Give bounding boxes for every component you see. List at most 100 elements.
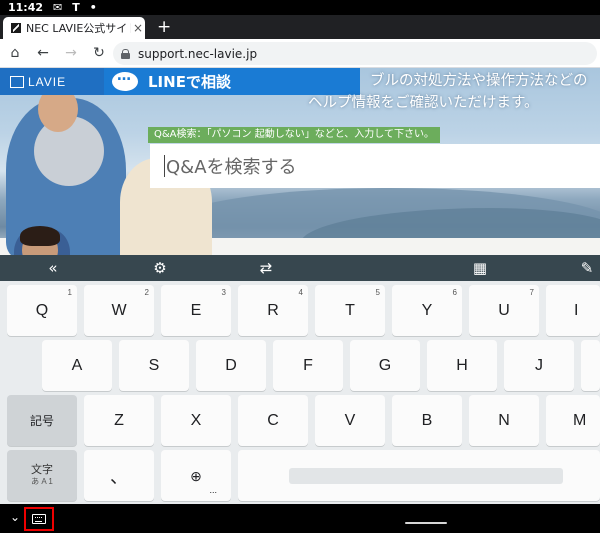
key-d[interactable]: D (196, 340, 266, 391)
lavie-logo-icon (10, 75, 24, 88)
chat-bubble-icon (112, 68, 138, 91)
keyboard-layout-icon[interactable]: ▦ (468, 258, 492, 278)
key-y[interactable]: Y6 (392, 285, 462, 336)
home-icon[interactable]: ⌂ (6, 44, 24, 62)
chevron-down-icon[interactable]: ⌄ (10, 510, 20, 524)
key-label: C (267, 411, 279, 429)
key-number: 3 (221, 288, 226, 297)
key-label: B (421, 411, 433, 429)
key-label: E (190, 301, 202, 319)
key-w[interactable]: W2 (84, 285, 154, 336)
key-c[interactable]: C (238, 395, 308, 446)
help-line-1: ブルの対処方法や操作方法などの (370, 73, 588, 89)
spacebar-indicator (289, 467, 563, 484)
t-icon: T (72, 1, 80, 14)
key-q[interactable]: Q1 (7, 285, 77, 336)
edit-note-icon[interactable]: ✎ (575, 258, 599, 278)
key-g[interactable]: G (350, 340, 420, 391)
clock: 11:42 (8, 1, 44, 14)
language-key[interactable]: ⊕ ... (161, 450, 231, 501)
qa-search-input[interactable]: Q&Aを検索する (150, 144, 600, 188)
key-label: R (267, 301, 279, 319)
key-i[interactable]: I (546, 285, 600, 336)
key-number: 1 (67, 288, 72, 297)
key-label: V (344, 411, 356, 429)
system-nav-bar: ⌄ (0, 504, 600, 533)
keyboard-switch-button[interactable] (24, 507, 54, 531)
key-u[interactable]: U7 (469, 285, 539, 336)
key-e[interactable]: E3 (161, 285, 231, 336)
key-number: 6 (452, 288, 457, 297)
search-hint: Q&A検索：「パソコン 起動しない」などと、入力して下さい。 (148, 127, 440, 143)
key-label: T (345, 301, 355, 319)
key-h[interactable]: H (427, 340, 497, 391)
input-mode-key[interactable]: 文字 あ A 1 (7, 450, 77, 501)
help-intro-text: ブルの対処方法や操作方法などの ヘルプ情報をご確認いただけます。 (308, 70, 600, 114)
forward-arrow-icon[interactable]: → (62, 44, 80, 62)
key-label: H (456, 356, 468, 374)
search-placeholder: Q&Aを検索する (166, 157, 297, 178)
mail-icon: ✉ (53, 1, 63, 14)
key-number: 2 (144, 288, 149, 297)
tab-strip: NEC LAVIE公式サイト > × + (0, 15, 600, 39)
key-number: 5 (375, 288, 380, 297)
home-indicator[interactable] (405, 522, 447, 524)
close-tab-icon[interactable]: × (131, 21, 145, 35)
line-banner-text: LINEで相談 (148, 73, 231, 91)
key-label: F (303, 356, 313, 374)
key-label: Z (114, 411, 124, 429)
nec-favicon-icon (11, 23, 21, 33)
software-keyboard: Q1 W2 E3 R4 T5 Y6 U7 I A S D F G H J K 記… (0, 281, 600, 504)
key-t[interactable]: T5 (315, 285, 385, 336)
browser-toolbar: ⌂ ← → ↻ support.nec-lavie.jp (0, 39, 600, 68)
key-label: J (535, 356, 543, 374)
gear-icon[interactable]: ⚙ (148, 258, 172, 278)
dot-icon: • (89, 1, 97, 14)
key-label: A (71, 356, 83, 374)
new-tab-button[interactable]: + (157, 18, 171, 36)
spacebar[interactable] (238, 450, 600, 501)
key-label: 、 (110, 466, 128, 487)
reload-icon[interactable]: ↻ (90, 44, 108, 62)
key-label: Q (35, 301, 49, 319)
mode-main-label: 文字 (31, 463, 53, 476)
key-number: 7 (529, 288, 534, 297)
key-number: 4 (298, 288, 303, 297)
clipboard-swap-icon[interactable]: ⇄ (254, 258, 278, 278)
key-z[interactable]: Z (84, 395, 154, 446)
help-line-2: ヘルプ情報をご確認いただけます。 (308, 95, 539, 111)
text-caret (164, 155, 165, 177)
key-s[interactable]: S (119, 340, 189, 391)
back-arrow-icon[interactable]: ← (34, 44, 52, 62)
address-bar[interactable]: support.nec-lavie.jp (113, 42, 597, 65)
family-photo-child-hair (20, 226, 60, 246)
key-label: U (498, 301, 510, 319)
status-bar: 11:42 ✉ T • (0, 0, 600, 15)
key-j[interactable]: J (504, 340, 574, 391)
key-label: G (378, 356, 392, 374)
mode-sub-label: あ A 1 (31, 476, 53, 486)
key-label: X (190, 411, 202, 429)
symbol-key[interactable]: 記号 (7, 395, 77, 446)
key-b[interactable]: B (392, 395, 462, 446)
key-v[interactable]: V (315, 395, 385, 446)
key-a[interactable]: A (42, 340, 112, 391)
lock-icon (121, 48, 130, 59)
key-k[interactable]: K (581, 340, 600, 391)
key-label: Y (421, 301, 433, 319)
keyboard-icon (32, 514, 46, 524)
keyboard-toolbar: « ⚙ ⇄ ▦ ✎ (0, 255, 600, 281)
url-text: support.nec-lavie.jp (138, 46, 258, 61)
collapse-left-icon[interactable]: « (41, 258, 65, 278)
web-page: LAVIE LINEで相談 ブルの対処方法や操作方法などの ヘルプ情報をご確認い… (0, 68, 600, 255)
key-label: D (225, 356, 237, 374)
key-n[interactable]: N (469, 395, 539, 446)
lavie-logo[interactable]: LAVIE (0, 68, 104, 95)
key-f[interactable]: F (273, 340, 343, 391)
comma-key[interactable]: 、 (84, 450, 154, 501)
browser-tab[interactable]: NEC LAVIE公式サイト > × (3, 17, 145, 39)
key-label: M (573, 411, 587, 429)
key-m[interactable]: M (546, 395, 600, 446)
key-r[interactable]: R4 (238, 285, 308, 336)
key-x[interactable]: X (161, 395, 231, 446)
